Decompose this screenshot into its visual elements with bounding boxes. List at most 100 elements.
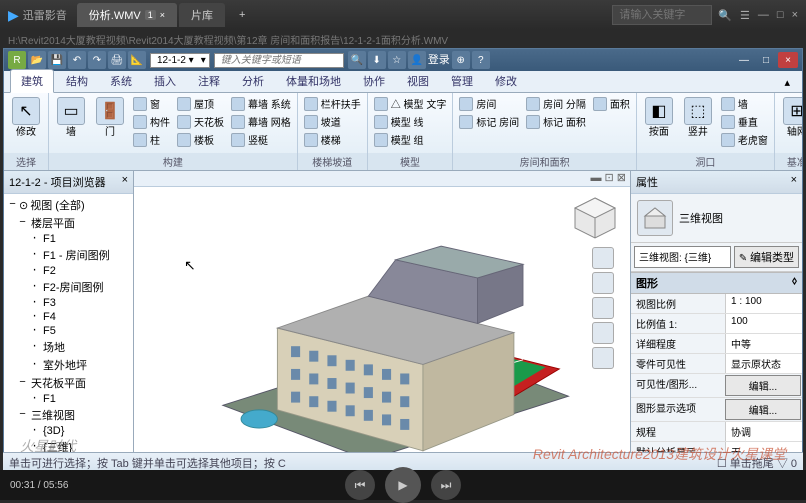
stair-button[interactable]: 楼梯 (302, 131, 363, 148)
window-button[interactable]: 窗 (131, 95, 172, 112)
room-separator-button[interactable]: 房间 分隔 (524, 95, 588, 112)
component-button[interactable]: 构件 (131, 113, 172, 130)
ribbon-tab-structure[interactable]: 结构 (56, 70, 98, 92)
close-icon[interactable]: × (778, 52, 798, 68)
ribbon-tab-insert[interactable]: 插入 (144, 70, 186, 92)
property-value[interactable]: 显示原状态 (725, 354, 802, 373)
area-tag-button[interactable]: 标记 面积 (524, 113, 588, 130)
tree-node[interactable]: −天花板平面 (6, 374, 131, 392)
edit-type-button[interactable]: ✎ 编辑类型 (734, 246, 799, 268)
drawing-canvas[interactable]: ↖ (134, 187, 630, 469)
player-tab-library[interactable]: 片库 (179, 3, 225, 27)
ribbon-tab-collaborate[interactable]: 协作 (353, 70, 395, 92)
wall-button[interactable]: ▭墙 (53, 95, 89, 140)
dormer-button[interactable]: 老虎窗 (719, 131, 770, 148)
property-value[interactable]: 100 (725, 314, 802, 333)
viewcube[interactable] (570, 193, 620, 243)
vertical-opening-button[interactable]: 垂直 (719, 113, 770, 130)
pan-icon[interactable] (592, 272, 614, 294)
ribbon-tab-massing[interactable]: 体量和场地 (276, 70, 351, 92)
tree-node[interactable]: ·F2-房间图例 (6, 278, 131, 296)
column-button[interactable]: 柱 (131, 131, 172, 148)
ribbon-tab-systems[interactable]: 系统 (100, 70, 142, 92)
exchange-icon[interactable]: ⊕ (452, 51, 470, 69)
tree-node[interactable]: ·F4 (6, 310, 131, 324)
model-line-button[interactable]: 模型 线 (372, 113, 449, 130)
zoom-icon[interactable] (592, 297, 614, 319)
feedback-icon[interactable]: ☰ (740, 9, 750, 22)
modify-button[interactable]: ↖ 修改 (8, 95, 44, 140)
floor-button[interactable]: 楼板 (175, 131, 226, 148)
player-tab-add[interactable]: + (227, 3, 257, 27)
next-button[interactable]: ⏭ (431, 470, 461, 500)
property-value[interactable]: 编辑... (725, 399, 801, 420)
print-icon[interactable]: 🖨 (108, 51, 126, 69)
by-face-button[interactable]: ◧按面 (641, 95, 677, 140)
ribbon-tab-annotate[interactable]: 注释 (188, 70, 230, 92)
property-value[interactable]: 1 : 100 (725, 294, 802, 313)
tree-node[interactable]: −楼层平面 (6, 214, 131, 232)
tree-node[interactable]: −三维视图 (6, 406, 131, 424)
search-icon[interactable]: 🔍 (348, 51, 366, 69)
property-value[interactable]: 编辑... (725, 375, 801, 396)
player-tab-video[interactable]: 份析.WMV 1 × (77, 3, 177, 27)
ribbon-tab-view[interactable]: 视图 (397, 70, 439, 92)
tree-node[interactable]: ·F1 - 房间图例 (6, 246, 131, 264)
ribbon-tab-modify[interactable]: 修改 (485, 70, 527, 92)
ribbon-expand-icon[interactable]: ▴ (778, 73, 796, 92)
roof-button[interactable]: 屋顶 (175, 95, 226, 112)
property-group-header[interactable]: 图形⬨ (631, 272, 802, 294)
restore-icon[interactable]: □ (756, 52, 776, 68)
property-value[interactable]: 协调 (725, 422, 802, 441)
login-link[interactable]: 登录 (428, 51, 450, 69)
app-menu-button[interactable]: R (8, 51, 26, 69)
ribbon-tab-analyze[interactable]: 分析 (232, 70, 274, 92)
help-search-input[interactable] (214, 53, 344, 68)
help-icon[interactable]: ? (472, 51, 490, 69)
mullion-button[interactable]: 竖梃 (229, 131, 293, 148)
save-icon[interactable]: 💾 (48, 51, 66, 69)
tree-node[interactable]: ·F3 (6, 296, 131, 310)
tree-node[interactable]: ·{3D} (6, 424, 131, 438)
curtain-system-button[interactable]: 幕墙 系统 (229, 95, 293, 112)
room-button[interactable]: 房间 (457, 95, 521, 112)
play-button[interactable]: ▶ (385, 467, 421, 503)
ramp-button[interactable]: 坡道 (302, 113, 363, 130)
previous-button[interactable]: ⏮ (345, 470, 375, 500)
minimize-icon[interactable]: — (734, 52, 754, 68)
shaft-button[interactable]: ⬚竖井 (680, 95, 716, 140)
browser-tree[interactable]: −⊙视图 (全部)−楼层平面·F1·F1 - 房间图例·F2·F2-房间图例·F… (4, 194, 133, 469)
tree-node[interactable]: ·F1 (6, 232, 131, 246)
close-icon[interactable]: × (122, 174, 128, 190)
area-button[interactable]: 面积 (591, 95, 632, 112)
view-options-icon[interactable]: ▬ ⊡ ⊠ (590, 171, 626, 186)
steering-wheel-icon[interactable] (592, 247, 614, 269)
railing-button[interactable]: 栏杆扶手 (302, 95, 363, 112)
subscription-icon[interactable]: ⬇ (368, 51, 386, 69)
player-search-input[interactable] (612, 5, 712, 25)
tree-node[interactable]: ·场地 (6, 338, 131, 356)
property-value[interactable]: 中等 (725, 334, 802, 353)
ribbon-tab-manage[interactable]: 管理 (441, 70, 483, 92)
wall-opening-button[interactable]: 墙 (719, 95, 770, 112)
tree-node[interactable]: −⊙视图 (全部) (6, 196, 131, 214)
favorite-icon[interactable]: ☆ (388, 51, 406, 69)
ribbon-tab-architecture[interactable]: 建筑 (10, 69, 54, 93)
document-selector[interactable]: 12-1-2 ▾ (150, 53, 210, 68)
curtain-grid-button[interactable]: 幕墙 网格 (229, 113, 293, 130)
close-icon[interactable]: × (791, 174, 797, 190)
tree-node[interactable]: ·室外地坪 (6, 356, 131, 374)
model-group-button[interactable]: 模型 组 (372, 131, 449, 148)
redo-icon[interactable]: ↷ (88, 51, 106, 69)
measure-icon[interactable]: 📐 (128, 51, 146, 69)
model-text-button[interactable]: △ 模型 文字 (372, 95, 449, 112)
search-icon[interactable]: 🔍 (718, 9, 732, 22)
tree-node[interactable]: ·F2 (6, 264, 131, 278)
undo-icon[interactable]: ↶ (68, 51, 86, 69)
orbit-icon[interactable] (592, 322, 614, 344)
tree-node[interactable]: ·F5 (6, 324, 131, 338)
open-icon[interactable]: 📂 (28, 51, 46, 69)
close-icon[interactable]: × (160, 10, 165, 20)
minimize-icon[interactable]: — (758, 9, 769, 22)
door-button[interactable]: 🚪门 (92, 95, 128, 140)
